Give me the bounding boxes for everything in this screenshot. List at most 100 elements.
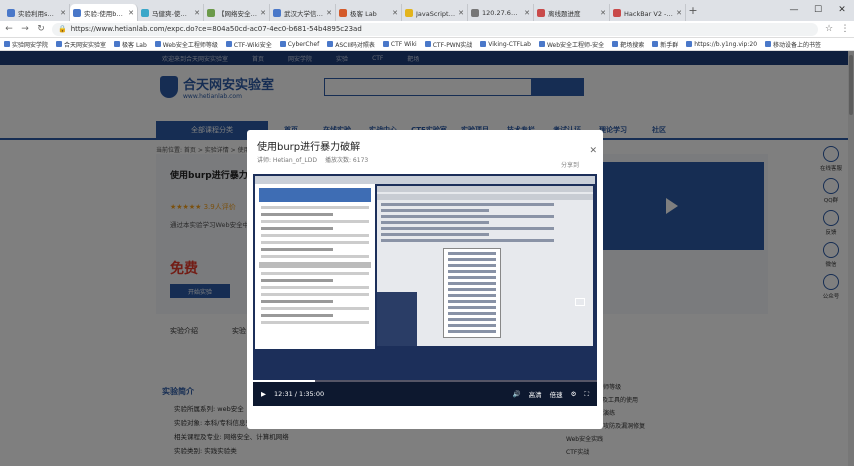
bookmark-item[interactable]: Web安全工程师-安全 (538, 40, 605, 49)
tab-close-icon[interactable]: ✕ (128, 9, 134, 17)
page-content: 欢迎来到合天网安实验室首页网安学院实验CTF靶场 合天网安实验室 www.het… (0, 51, 854, 466)
speed-button[interactable]: 倍速 (550, 389, 563, 399)
browser-tab[interactable]: 【网络安全红客】✕ (204, 4, 270, 21)
minimize-icon[interactable]: — (782, 0, 806, 20)
bookmark-folder-icon (424, 41, 431, 47)
address-bar: ← → ↻ 🔒 https://www.hetianlab.com/expc.d… (0, 21, 854, 38)
browser-tab[interactable]: 离线题进度 ✕ (534, 4, 610, 21)
star-icon[interactable]: ☆ (824, 24, 834, 34)
tab-favicon-icon (207, 8, 215, 17)
video-frame-titlebar (255, 176, 595, 184)
video-frame-instructions (255, 184, 375, 349)
bookmark-item[interactable]: Viking-CTFLab (480, 41, 531, 48)
bookmark-label: 移动设备上的书签 (773, 41, 822, 49)
tab-favicon-icon (613, 8, 621, 17)
tab-favicon-icon (73, 8, 81, 17)
tab-favicon-icon (273, 8, 281, 17)
bookmark-item[interactable]: 靶场搜索 (612, 40, 644, 49)
bookmark-label: CTF-PWN实战 (432, 41, 473, 49)
tab-close-icon[interactable]: ✕ (676, 9, 682, 17)
tab-close-icon[interactable]: ✕ (260, 9, 266, 17)
tab-label: 实验利用sqlmap的 (18, 9, 57, 18)
video-controls: ▶ 12:31 / 1:35:00 🔊 高清 倍速 ⚙ ⛶ (253, 382, 597, 406)
forward-icon[interactable]: → (20, 24, 30, 34)
bookmark-folder-icon (279, 41, 286, 47)
browser-tab[interactable]: 武汉大学信息安全✕ (270, 4, 336, 21)
tab-favicon-icon (141, 8, 149, 17)
bookmark-label: CTF-Wiki安全 (233, 41, 272, 49)
reload-icon[interactable]: ↻ (36, 24, 46, 34)
browser-tab[interactable]: 实验:使用burp进行✕ (70, 4, 138, 21)
bookmark-item[interactable]: 极客 Lab (114, 40, 147, 49)
back-icon[interactable]: ← (4, 24, 14, 34)
bookmark-folder-icon (612, 41, 619, 47)
tab-label: 【网络安全红客】 (218, 9, 257, 18)
bookmark-label: Web安全工程师-安全 (546, 41, 605, 49)
bookmark-item[interactable]: 移动设备上的书签 (765, 40, 821, 49)
bookmark-item[interactable]: CTF-PWN实战 (424, 40, 473, 49)
bookmark-item[interactable]: CyberChef (279, 40, 320, 48)
browser-tab[interactable]: HackBar V2 - 下载✕ (610, 4, 686, 21)
url-field[interactable]: 🔒 https://www.hetianlab.com/expc.do?ce=8… (52, 22, 818, 36)
tab-label: 极客 Lab (350, 9, 377, 18)
bookmark-folder-icon (56, 41, 63, 47)
tab-close-icon[interactable]: ✕ (326, 9, 332, 17)
bookmark-folder-icon (480, 41, 487, 47)
bookmark-label: 新手群 (660, 41, 679, 49)
tab-close-icon[interactable]: ✕ (524, 9, 530, 17)
bookmark-item[interactable]: 实验网安学院 (4, 40, 48, 49)
bookmark-item[interactable]: CTF-Wiki安全 (225, 40, 272, 49)
browser-tab[interactable]: 120.27.61.239:80✕ (468, 4, 534, 21)
tab-label: 120.27.61.239:80 (482, 8, 522, 17)
bookmark-folder-icon (538, 41, 545, 47)
volume-icon[interactable]: 🔊 (513, 390, 521, 398)
bookmark-folder-icon (652, 41, 659, 47)
bookmark-folder-icon (327, 41, 334, 47)
bookmark-folder-icon (686, 41, 693, 47)
lock-icon: 🔒 (58, 25, 67, 33)
tab-label: 离线题进度 (548, 9, 581, 18)
video-frame-context-menu (443, 248, 501, 338)
url-text: https://www.hetianlab.com/expc.do?ce=804… (70, 25, 362, 33)
tab-close-icon[interactable]: ✕ (60, 9, 66, 17)
tab-label: JavaScript 混淆 (416, 9, 455, 18)
bookmark-folder-icon (114, 41, 121, 47)
bookmark-label: CTF Wiki (390, 40, 417, 48)
tab-label: 实验:使用burp进行 (84, 9, 125, 18)
fullscreen-icon[interactable]: ⛶ (584, 390, 589, 399)
bookmark-item[interactable]: CTF Wiki (382, 40, 417, 48)
browser-tab[interactable]: 马健爽-使用burp进✕ (138, 4, 204, 21)
browser-tab[interactable]: 实验利用sqlmap的✕ (4, 4, 70, 21)
close-icon[interactable]: ✕ (589, 146, 597, 156)
bookmark-item[interactable]: ASCII码对照表 (327, 40, 375, 49)
quality-button[interactable]: 高清 (529, 389, 542, 399)
browser-tab-bar: 实验利用sqlmap的✕实验:使用burp进行✕马健爽-使用burp进✕【网络安… (0, 0, 854, 21)
maximize-icon[interactable]: ☐ (806, 0, 830, 20)
bookmark-item[interactable]: Web安全工程师等级 (154, 40, 218, 49)
bookmark-item[interactable]: 合天网安实验室 (56, 40, 106, 49)
tab-close-icon[interactable]: ✕ (600, 9, 606, 17)
play-icon[interactable]: ▶ (261, 390, 266, 398)
tab-close-icon[interactable]: ✕ (194, 9, 200, 17)
settings-gear-icon[interactable]: ⚙ (571, 390, 577, 398)
menu-icon[interactable]: ⋮ (840, 24, 850, 34)
bookmark-label: 靶场搜索 (620, 41, 645, 49)
tab-label: 武汉大学信息安全 (284, 9, 323, 18)
new-tab-button[interactable]: + (686, 4, 700, 17)
bookmark-label: CyberChef (287, 40, 320, 48)
bookmark-folder-icon (382, 41, 389, 47)
bookmarks-bar: 实验网安学院 合天网安实验室 极客 Lab Web安全工程师等级 CTF-Wiki安全 C… (0, 38, 854, 51)
bookmark-item[interactable]: 新手群 (652, 40, 678, 49)
bookmark-label: Web安全工程师等级 (162, 41, 218, 49)
bookmark-item[interactable]: https://b.y1ng.vip:20 (686, 41, 757, 48)
browser-tab[interactable]: 极客 Lab ✕ (336, 4, 402, 21)
tab-close-icon[interactable]: ✕ (392, 9, 398, 17)
close-window-icon[interactable]: ✕ (830, 0, 854, 20)
browser-tab[interactable]: JavaScript 混淆✕ (402, 4, 468, 21)
tab-close-icon[interactable]: ✕ (458, 9, 464, 17)
video-player[interactable]: ▶ 12:31 / 1:35:00 🔊 高清 倍速 ⚙ ⛶ (253, 174, 597, 406)
bookmark-folder-icon (225, 41, 232, 47)
share-label[interactable]: 分享到 (561, 160, 579, 169)
bookmark-label: Viking-CTFLab (488, 40, 531, 48)
tab-favicon-icon (7, 8, 15, 17)
